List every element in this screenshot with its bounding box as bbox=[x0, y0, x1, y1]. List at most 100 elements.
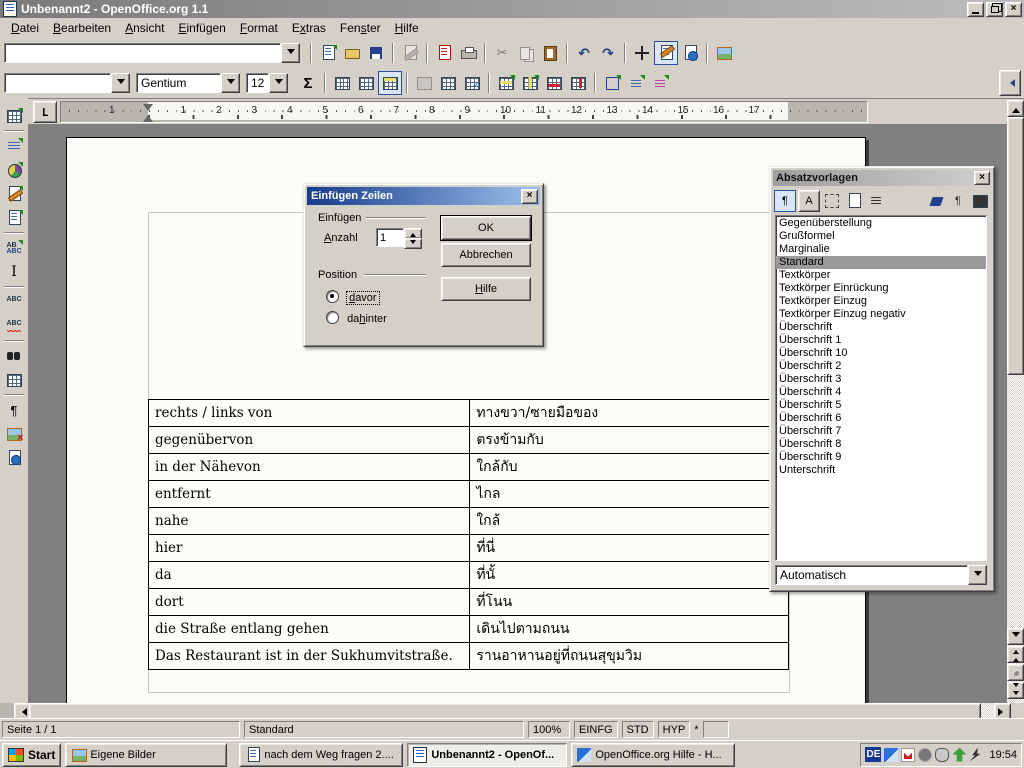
fontsize-dropdown-button[interactable] bbox=[269, 73, 288, 93]
draw-functions-icon[interactable] bbox=[2, 182, 26, 206]
hyperlink-icon[interactable] bbox=[678, 41, 702, 65]
start-button[interactable]: Start bbox=[2, 743, 61, 767]
stylist-icon[interactable] bbox=[654, 41, 678, 65]
radio-davor-circle[interactable] bbox=[326, 290, 339, 303]
menu-item[interactable]: Bearbeiten bbox=[46, 19, 118, 37]
insert-row-icon[interactable] bbox=[494, 71, 518, 95]
document-table[interactable]: rechts / links von ทางขวา/ซายมือของ gege… bbox=[148, 399, 789, 670]
numbering-styles-icon[interactable] bbox=[866, 191, 886, 211]
radio-dahinter-label[interactable]: dahinter bbox=[347, 313, 387, 325]
autospellcheck-icon[interactable]: ABC bbox=[2, 314, 26, 338]
volume-icon[interactable] bbox=[918, 748, 932, 762]
table-cell-thai[interactable]: ใกล้ bbox=[470, 508, 789, 535]
ok-button[interactable]: OK bbox=[441, 216, 531, 240]
style-list-item[interactable]: Textkörper Einzug negativ bbox=[776, 308, 986, 321]
fill-format-icon[interactable] bbox=[926, 191, 946, 211]
style-list-item[interactable]: Überschrift 5 bbox=[776, 399, 986, 412]
menu-item[interactable]: Ansicht bbox=[118, 19, 171, 37]
keyboard-layout-indicator[interactable]: DE bbox=[865, 747, 881, 762]
table-cell-thai[interactable]: ที่นี่ bbox=[470, 535, 789, 562]
border-style-icon[interactable]: ✓ bbox=[460, 71, 484, 95]
data-sources-icon[interactable] bbox=[2, 368, 26, 392]
direct-cursor-icon[interactable]: I bbox=[2, 260, 26, 284]
status-style[interactable]: Standard bbox=[244, 721, 524, 738]
scroll-down-button[interactable] bbox=[1007, 628, 1024, 645]
update-style-icon[interactable] bbox=[970, 191, 990, 211]
table-cell-thai[interactable]: ทางขวา/ซายมือของ bbox=[470, 400, 789, 427]
menu-item[interactable]: Extras bbox=[285, 19, 333, 37]
style-list-item[interactable]: Überschrift 6 bbox=[776, 412, 986, 425]
table-cell-german[interactable]: dort bbox=[149, 589, 470, 616]
fontsize-combobox[interactable]: 12 bbox=[246, 73, 288, 93]
split-cells-icon[interactable] bbox=[354, 71, 378, 95]
table-cell-german[interactable]: nahe bbox=[149, 508, 470, 535]
undo-icon[interactable]: ↶ bbox=[572, 41, 596, 65]
optimize-icon[interactable] bbox=[378, 71, 402, 95]
merge-cells-icon[interactable] bbox=[330, 71, 354, 95]
save-icon[interactable] bbox=[364, 41, 388, 65]
export-pdf-icon[interactable] bbox=[432, 41, 456, 65]
style-list-item[interactable]: Unterschrift bbox=[776, 464, 986, 477]
style-list-item[interactable]: Textkörper Einzug bbox=[776, 295, 986, 308]
quantity-value[interactable]: 1 bbox=[376, 228, 404, 247]
table-cell-thai[interactable]: ที่นั้ bbox=[470, 562, 789, 589]
spin-down-button[interactable] bbox=[404, 238, 422, 249]
style-list-item[interactable]: Überschrift 10 bbox=[776, 347, 986, 360]
open-icon[interactable] bbox=[340, 41, 364, 65]
navigation-button[interactable] bbox=[1007, 664, 1024, 681]
task-eigene-bilder[interactable]: Eigene Bilder bbox=[65, 743, 227, 767]
mouse-icon[interactable] bbox=[935, 748, 949, 762]
table-cell-german[interactable]: rechts / links von bbox=[149, 400, 470, 427]
table-cell-thai[interactable]: รานอาหานอยู่ที่ถนนสุขุมวิม bbox=[470, 643, 789, 670]
style-list[interactable]: GegenüberstellungGrußformelMarginalieSta… bbox=[775, 215, 987, 561]
paragraph-styles-icon[interactable]: ¶ bbox=[774, 190, 796, 212]
print-icon[interactable] bbox=[456, 41, 480, 65]
style-list-item[interactable]: Überschrift 8 bbox=[776, 438, 986, 451]
vertical-scrollbar[interactable] bbox=[1007, 100, 1024, 703]
paste-icon[interactable] bbox=[538, 41, 562, 65]
radio-davor-label[interactable]: davor bbox=[347, 292, 379, 304]
status-zoom[interactable]: 100% bbox=[528, 721, 570, 738]
table-cell-german[interactable]: in der Nähevon bbox=[149, 454, 470, 481]
table-cell-german[interactable]: hier bbox=[149, 535, 470, 562]
horizontal-scrollbar[interactable] bbox=[0, 703, 1024, 718]
close-button[interactable]: × bbox=[1005, 2, 1022, 17]
style-list-item[interactable]: Überschrift 1 bbox=[776, 334, 986, 347]
font-combobox[interactable]: Gentium bbox=[136, 73, 240, 93]
style-list-item[interactable]: Marginalie bbox=[776, 243, 986, 256]
menu-item[interactable]: Fenster bbox=[333, 19, 388, 37]
delete-row-icon[interactable] bbox=[542, 71, 566, 95]
formatting-marks-icon[interactable]: ¶ bbox=[2, 398, 26, 422]
antivirus-icon[interactable] bbox=[901, 748, 915, 762]
table-cell-thai[interactable]: ตรงข้ามกับ bbox=[470, 427, 789, 454]
quickstarter-icon[interactable] bbox=[884, 748, 898, 762]
autotext-icon[interactable]: ABABC bbox=[2, 236, 26, 260]
stylist-title-bar[interactable]: Absatzvorlagen × bbox=[773, 170, 991, 186]
menu-item[interactable]: Format bbox=[233, 19, 285, 37]
help-button[interactable]: Hilfe bbox=[441, 277, 531, 301]
page-styles-icon[interactable] bbox=[844, 191, 864, 211]
sum-icon[interactable]: Σ bbox=[296, 71, 320, 95]
task-writer-document[interactable]: Unbenannt2 - OpenOf... bbox=[407, 743, 567, 767]
toolbar-more-button[interactable] bbox=[999, 70, 1021, 96]
images-toggle-icon[interactable]: × bbox=[2, 422, 26, 446]
url-dropdown-button[interactable] bbox=[281, 43, 300, 63]
style-list-item[interactable]: Überschrift 2 bbox=[776, 360, 986, 373]
dialog-title-bar[interactable]: Einfügen Zeilen × bbox=[307, 187, 540, 205]
style-filter-dropdown-button[interactable] bbox=[968, 565, 987, 585]
table-cell-german[interactable]: Das Restaurant ist in der Sukhumvitstraß… bbox=[149, 643, 470, 670]
style-list-item[interactable]: Überschrift 9 bbox=[776, 451, 986, 464]
spellcheck-icon[interactable]: ABC bbox=[2, 290, 26, 314]
dialog-close-icon[interactable]: × bbox=[521, 189, 538, 204]
status-selection-mode[interactable]: STD bbox=[622, 721, 654, 738]
gallery-icon[interactable] bbox=[712, 41, 736, 65]
hotplug-icon[interactable] bbox=[952, 748, 966, 762]
table-cell-german[interactable]: entfernt bbox=[149, 481, 470, 508]
cancel-button[interactable]: Abbrechen bbox=[441, 243, 531, 267]
graphics-tablet-icon[interactable] bbox=[969, 748, 983, 762]
next-page-button[interactable] bbox=[1007, 682, 1024, 699]
menu-item[interactable]: Hilfe bbox=[388, 19, 426, 37]
frame-styles-icon[interactable] bbox=[822, 191, 842, 211]
vertical-scrollbar-thumb[interactable] bbox=[1007, 117, 1024, 375]
table-cell-german[interactable]: da bbox=[149, 562, 470, 589]
